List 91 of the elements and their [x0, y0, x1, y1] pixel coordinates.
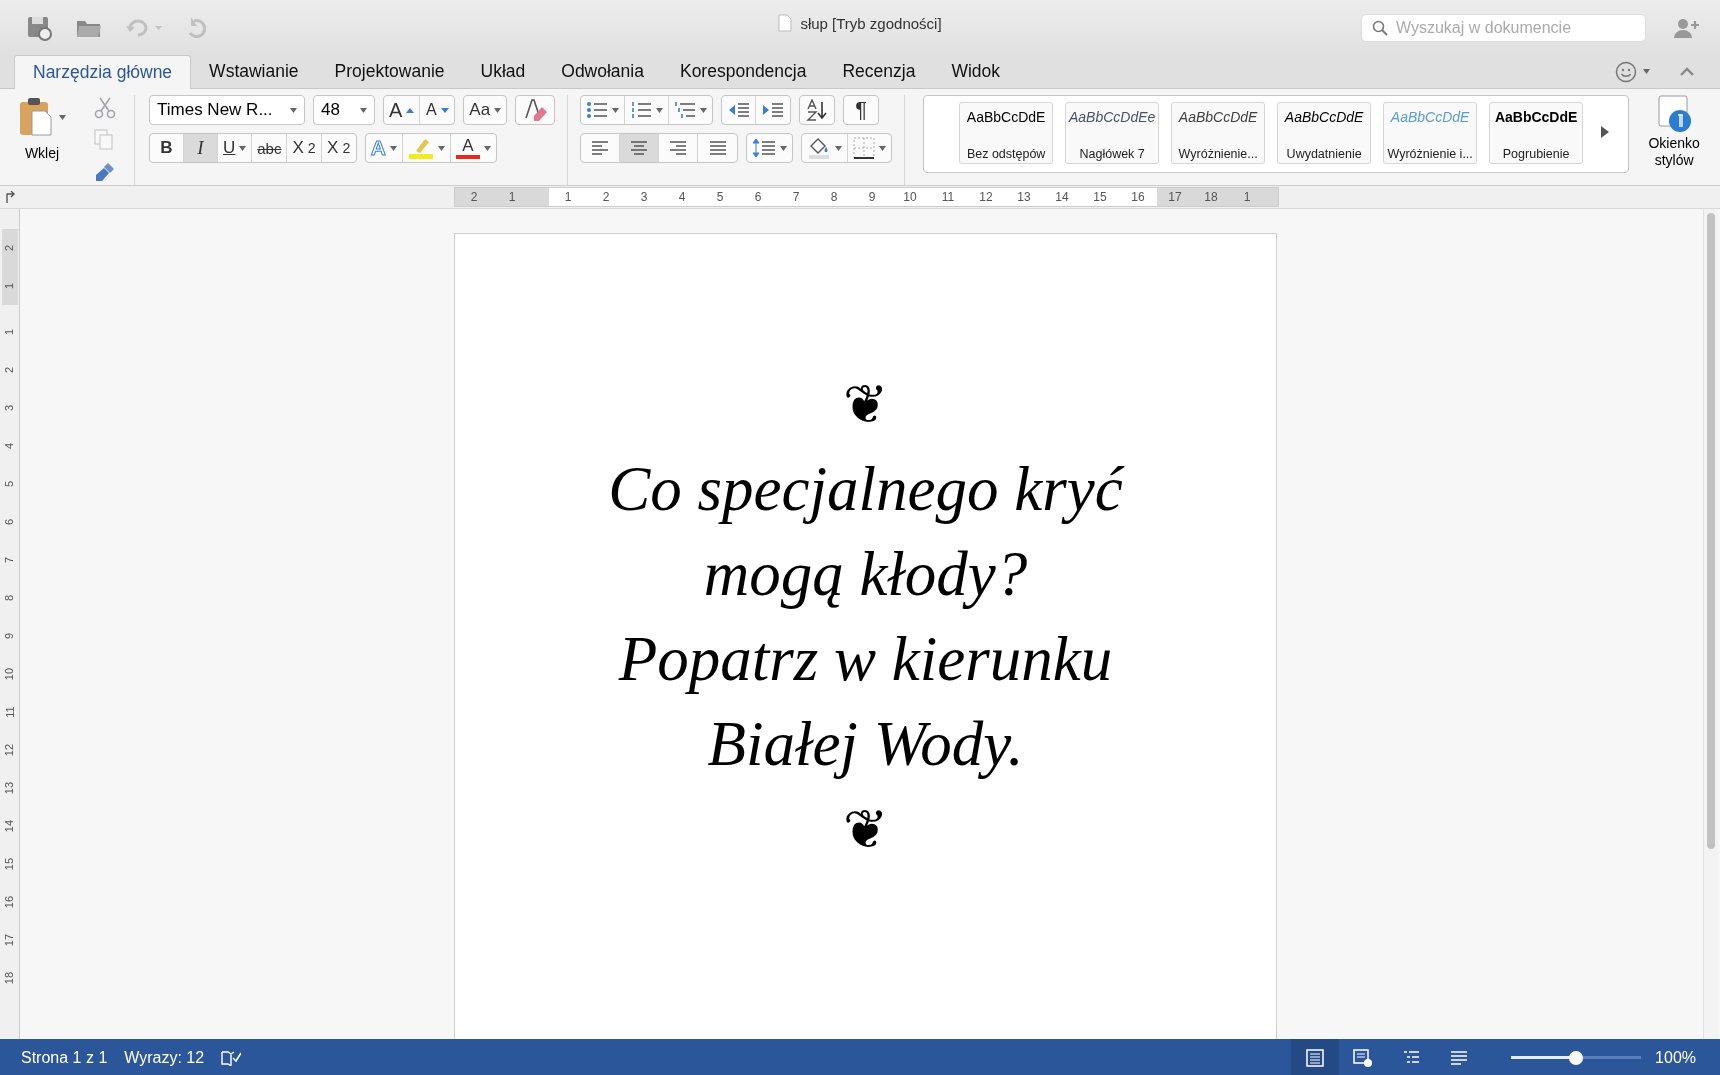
font-color-button[interactable]: A — [450, 134, 496, 162]
caret-icon[interactable] — [389, 145, 397, 151]
scroll-right-icon[interactable] — [1601, 126, 1610, 138]
caret-icon[interactable] — [494, 107, 502, 113]
text-effect-button[interactable]: A — [365, 134, 403, 162]
show-formatting-button[interactable]: ¶ — [844, 96, 879, 124]
horizontal-ruler[interactable]: 2 1 1 2 3 4 5 6 7 8 9 10 11 12 13 14 15 16 17 18 1 — [454, 187, 1279, 207]
styles-pane-label[interactable]: Okienko stylów — [1635, 135, 1714, 169]
ribbon-tab[interactable]: Widok — [933, 55, 1019, 88]
caret-icon[interactable] — [1643, 69, 1650, 74]
ribbon-tab[interactable]: Narzędzia główne — [14, 55, 192, 89]
ribbon-tab[interactable]: Układ — [462, 55, 544, 88]
eraser-icon — [522, 98, 549, 122]
zoom-level[interactable]: 100% — [1655, 1048, 1696, 1067]
color-bar-icon — [455, 155, 480, 159]
caret-icon[interactable] — [780, 145, 788, 151]
grow-font-button[interactable]: A — [384, 96, 421, 124]
paint-bucket-icon — [807, 137, 832, 159]
alignment-icon — [668, 138, 689, 158]
alignment-icon — [629, 138, 650, 158]
collapse-icon[interactable] — [1680, 67, 1694, 76]
caret-icon[interactable] — [656, 107, 664, 113]
ribbon-tab[interactable]: Odwołania — [543, 55, 662, 88]
document-icon — [778, 14, 793, 32]
save-icon[interactable] — [26, 14, 52, 41]
borders-icon — [853, 137, 876, 159]
align-center-button[interactable] — [620, 134, 660, 162]
caret-icon[interactable] — [879, 145, 887, 151]
ribbon-tab[interactable]: Korespondencja — [661, 55, 825, 88]
alignment-icon — [590, 138, 611, 158]
slider-thumb[interactable] — [1569, 1050, 1584, 1065]
page-count[interactable]: Strona 1 z 1 — [21, 1048, 108, 1067]
document-text-line: Popatrz w kierunku — [618, 623, 1113, 696]
print-view-button[interactable] — [1291, 1039, 1340, 1075]
ribbon-tab[interactable]: Projektowanie — [316, 55, 463, 88]
dropdown-caret-icon[interactable] — [290, 107, 297, 113]
view-icon — [1353, 1047, 1374, 1068]
caret-icon[interactable] — [700, 107, 708, 113]
change-case-button[interactable]: Aa — [464, 96, 507, 124]
smiley-icon[interactable] — [1615, 60, 1637, 83]
document-text-line: Białej Wody. — [707, 708, 1024, 781]
style-preset[interactable]: AaBbCcDdE Bez odstępów — [959, 102, 1054, 164]
triangle-icon — [406, 107, 415, 113]
ribbon-tab[interactable]: Recenzja — [824, 55, 934, 88]
scrollbar[interactable] — [1703, 209, 1718, 1039]
bullet-list-icon — [586, 101, 609, 119]
paintbrush-icon[interactable] — [94, 161, 116, 183]
vertical-ruler[interactable]: 2 1 1 2 3 4 5 6 7 8 9 10 11 12 13 14 15 16 17 18 — [0, 209, 20, 1039]
highlighter-icon — [407, 137, 434, 159]
caret-icon[interactable] — [483, 145, 491, 151]
shrink-font-button[interactable]: A — [420, 96, 455, 124]
triangle-icon — [440, 107, 449, 113]
search-icon — [1372, 19, 1388, 36]
multilevel-list-icon — [674, 101, 697, 119]
document-text-line: Co specjalnego kryć — [608, 453, 1123, 526]
caret-icon[interactable] — [437, 145, 445, 151]
line-spacing-icon — [752, 138, 777, 158]
caret-icon[interactable] — [239, 145, 247, 151]
document-text-line: mogą kłody? — [703, 538, 1028, 611]
italic-button[interactable]: I — [184, 134, 218, 162]
word-count[interactable]: Wyrazy: 12 — [124, 1048, 205, 1067]
style-preset[interactable]: AaBbCcDdE Uwydatnienie — [1277, 102, 1372, 164]
style-preset[interactable]: AaBbCcDdEe Nagłówek 7 — [1065, 102, 1160, 164]
ribbon-tab[interactable]: Wstawianie — [191, 55, 317, 88]
sort-icon — [806, 99, 829, 121]
paste-label[interactable]: Wklej — [24, 145, 60, 161]
style-preset[interactable]: AaBbCcDdE Pogrubienie — [1489, 102, 1584, 164]
view-icon — [1305, 1047, 1326, 1068]
alignment-icon — [707, 138, 728, 158]
proofing-book-icon[interactable] — [221, 1049, 242, 1066]
zoom-slider[interactable] — [1511, 1050, 1642, 1065]
ornament-glyph: ❦ — [842, 797, 889, 863]
clipboard-icon[interactable] — [18, 97, 53, 137]
strike-button[interactable]: abc — [252, 134, 288, 162]
window-title: słup [Tryb zgodności] — [800, 14, 942, 32]
caret-icon[interactable] — [58, 114, 66, 120]
dropdown-caret-icon[interactable] — [360, 107, 367, 113]
decrease-indent-icon — [727, 102, 750, 118]
caret-icon[interactable] — [612, 107, 620, 113]
font-name-field[interactable]: Times New R... — [149, 95, 305, 125]
increase-indent-icon — [762, 102, 785, 118]
caret-icon[interactable] — [835, 145, 843, 151]
underline-button[interactable]: U — [218, 134, 253, 162]
ornament-glyph: ❦ — [842, 372, 889, 438]
numbered-list-icon — [630, 101, 653, 119]
tab-stop-icon[interactable] — [5, 191, 15, 203]
font-size-field[interactable]: 48 — [313, 95, 375, 125]
style-preset[interactable]: AaBbCcDdE Wyróżnienie... — [1171, 102, 1266, 164]
style-preset[interactable]: AaBbCcDdE Wyróżnienie i... — [1383, 102, 1478, 164]
styles-pane-icon[interactable] — [1656, 95, 1693, 133]
search-field[interactable]: Wyszukaj w dokumencie — [1361, 13, 1646, 42]
